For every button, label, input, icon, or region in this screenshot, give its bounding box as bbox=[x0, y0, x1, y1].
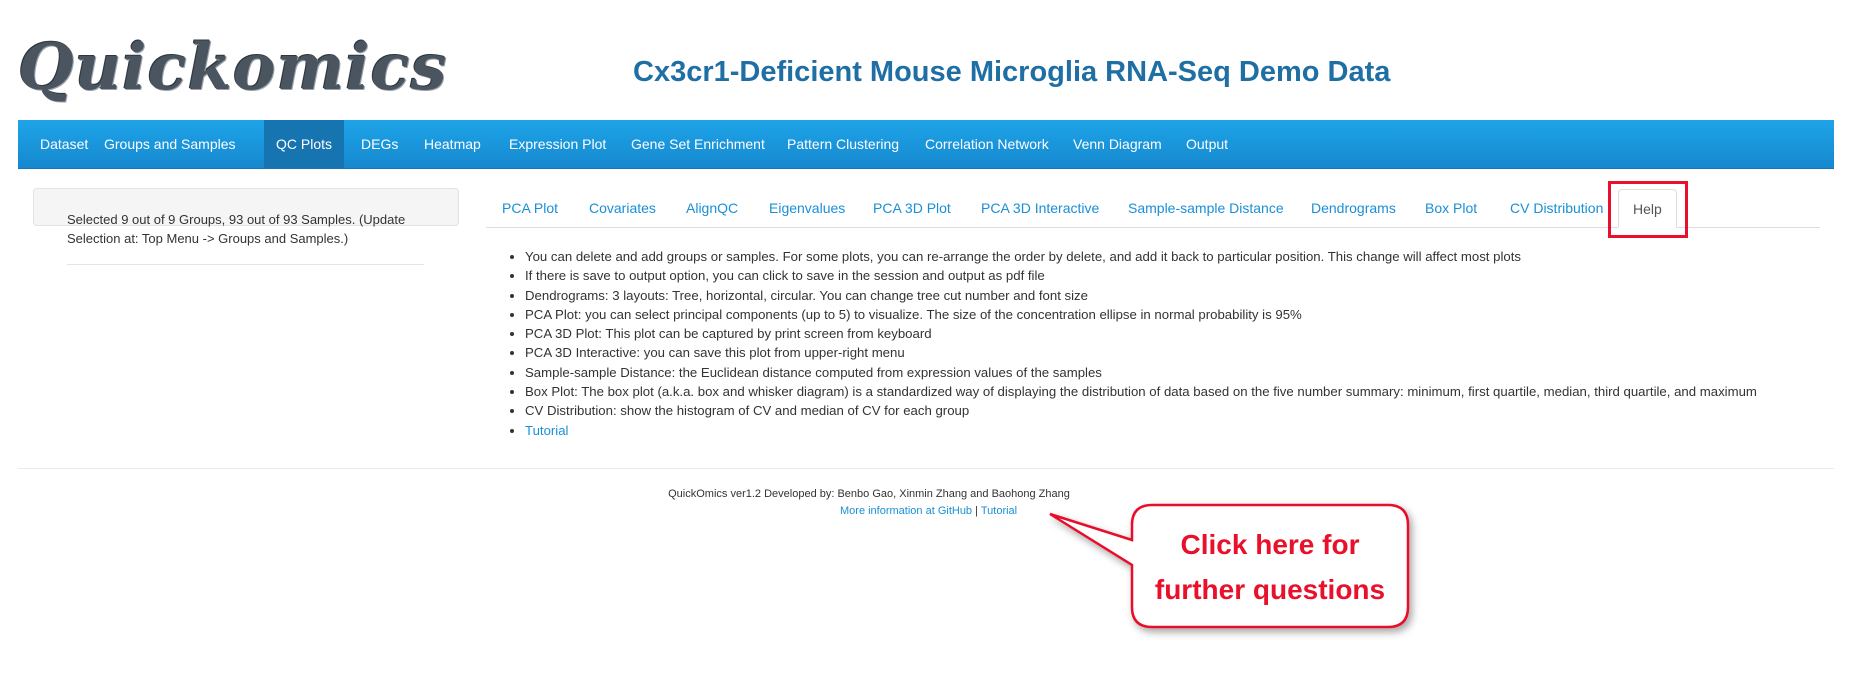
list-item: PCA Plot: you can select principal compo… bbox=[525, 305, 1757, 324]
help-tab-highlight bbox=[1608, 181, 1688, 238]
top-navbar: Dataset Groups and Samples QC Plots DEGs… bbox=[18, 120, 1834, 169]
footer-divider bbox=[18, 468, 1834, 469]
tab-box-plot[interactable]: Box Plot bbox=[1425, 194, 1477, 227]
list-item: Box Plot: The box plot (a.k.a. box and w… bbox=[525, 382, 1757, 401]
callout-line-2: further questions bbox=[1154, 574, 1386, 605]
list-item: Dendrograms: 3 layouts: Tree, horizontal… bbox=[525, 286, 1757, 305]
nav-expression-plot[interactable]: Expression Plot bbox=[497, 120, 618, 168]
list-item: CV Distribution: show the histogram of C… bbox=[525, 401, 1757, 420]
tab-covariates[interactable]: Covariates bbox=[589, 194, 656, 227]
selection-summary: Selected 9 out of 9 Groups, 93 out of 93… bbox=[67, 212, 406, 246]
help-list: You can delete and add groups or samples… bbox=[505, 247, 1757, 440]
callout-line-1: Click here for bbox=[1180, 529, 1360, 560]
tab-eigenvalues[interactable]: Eigenvalues bbox=[769, 194, 845, 227]
tab-cv-distribution[interactable]: CV Distribution bbox=[1510, 194, 1603, 227]
quickomics-logo[interactable]: Quickomics bbox=[18, 30, 448, 105]
footer-tutorial-link[interactable]: Tutorial bbox=[981, 505, 1017, 517]
tab-pca-3d-plot[interactable]: PCA 3D Plot bbox=[873, 194, 951, 227]
nav-gene-set-enrichment[interactable]: Gene Set Enrichment bbox=[619, 120, 777, 168]
callout-text: Click here for further questions bbox=[1133, 522, 1407, 612]
nav-heatmap[interactable]: Heatmap bbox=[412, 120, 493, 168]
nav-dataset[interactable]: Dataset bbox=[28, 120, 100, 168]
nav-correlation-network[interactable]: Correlation Network bbox=[913, 120, 1061, 168]
list-item-tutorial: Tutorial bbox=[525, 421, 1757, 440]
page-title: Cx3cr1-Deficient Mouse Microglia RNA-Seq… bbox=[633, 56, 1391, 88]
nav-groups-and-samples[interactable]: Groups and Samples bbox=[92, 120, 248, 168]
list-item: PCA 3D Plot: This plot can be captured b… bbox=[525, 324, 1757, 343]
header: Quickomics Cx3cr1-Deficient Mouse Microg… bbox=[0, 0, 1858, 120]
list-item: If there is save to output option, you c… bbox=[525, 266, 1757, 285]
footer-credits: QuickOmics ver1.2 Developed by: Benbo Ga… bbox=[0, 488, 1858, 500]
github-link[interactable]: More information at GitHub bbox=[840, 505, 972, 517]
footer-separator: | bbox=[975, 505, 978, 517]
tab-sample-sample-distance[interactable]: Sample-sample Distance bbox=[1128, 194, 1284, 227]
nav-degs[interactable]: DEGs bbox=[349, 120, 410, 168]
nav-output[interactable]: Output bbox=[1174, 120, 1240, 168]
tab-pca-plot[interactable]: PCA Plot bbox=[502, 194, 558, 227]
nav-qc-plots[interactable]: QC Plots bbox=[264, 120, 345, 168]
tutorial-link[interactable]: Tutorial bbox=[525, 423, 568, 438]
nav-venn-diagram[interactable]: Venn Diagram bbox=[1061, 120, 1174, 168]
list-item: Sample-sample Distance: the Euclidean di… bbox=[525, 363, 1757, 382]
sidebar-divider bbox=[67, 264, 424, 265]
footer-links: More information at GitHub | Tutorial bbox=[840, 505, 1017, 517]
tab-dendrograms[interactable]: Dendrograms bbox=[1311, 194, 1396, 227]
list-item: PCA 3D Interactive: you can save this pl… bbox=[525, 343, 1757, 362]
developed-by-text: QuickOmics ver1.2 Developed by: Benbo Ga… bbox=[668, 488, 1070, 500]
tab-pca-3d-interactive[interactable]: PCA 3D Interactive bbox=[981, 194, 1099, 227]
nav-pattern-clustering[interactable]: Pattern Clustering bbox=[775, 120, 911, 168]
list-item: You can delete and add groups or samples… bbox=[525, 247, 1757, 266]
tab-alignqc[interactable]: AlignQC bbox=[686, 194, 738, 227]
